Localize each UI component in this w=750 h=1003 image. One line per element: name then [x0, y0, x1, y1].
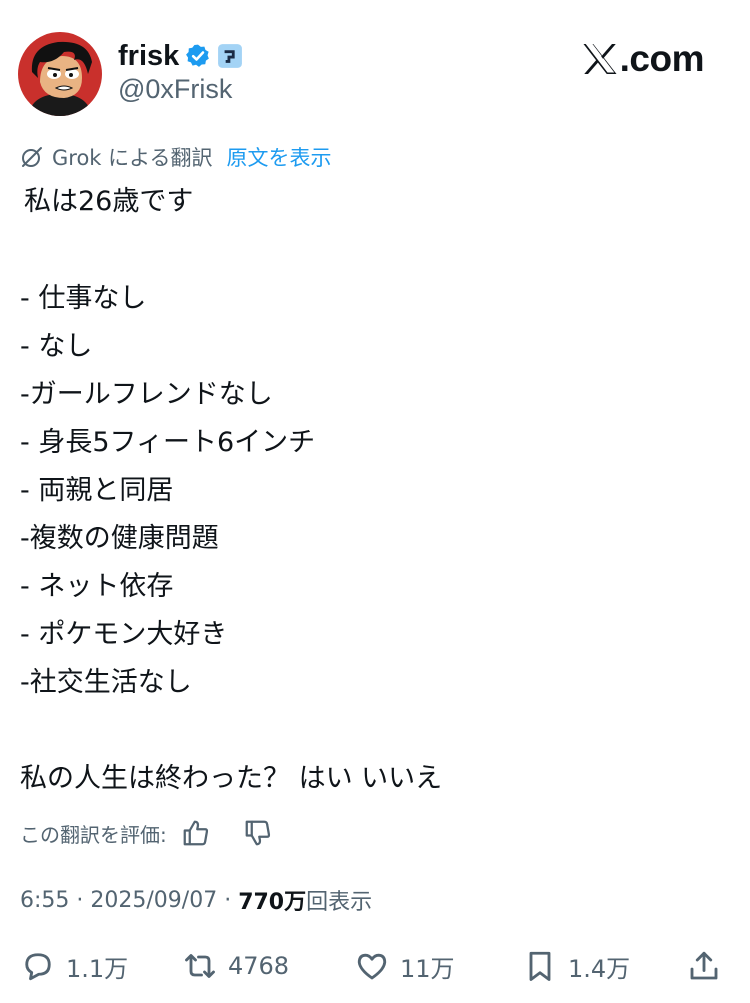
- post-line: - ポケモン大好き: [20, 619, 228, 650]
- post-line: - 身長5フィート6インチ: [20, 427, 316, 458]
- rate-translation-row: この翻訳を評価:: [20, 816, 273, 850]
- post-line: -社交生活なし: [20, 667, 192, 698]
- post-line: -ガールフレンドなし: [20, 379, 273, 410]
- post-meta: 6:55 · 2025/09/07 · 770万 回表示: [20, 884, 372, 916]
- share-icon: [690, 951, 718, 980]
- repost-button[interactable]: 4768: [182, 944, 289, 988]
- rate-translation-label: この翻訳を評価:: [20, 822, 167, 847]
- author-name-row: frisk: [118, 38, 243, 74]
- post-line: 私は26歳です: [24, 186, 194, 217]
- thumbs-up-icon[interactable]: [181, 818, 211, 848]
- repost-icon: [185, 954, 215, 978]
- avatar[interactable]: [18, 32, 102, 116]
- share-button[interactable]: [686, 944, 722, 988]
- views-label: 回表示: [306, 890, 373, 915]
- like-count: 11万: [400, 954, 455, 983]
- reply-count: 1.1万: [66, 954, 129, 983]
- views-count[interactable]: 770万: [238, 884, 306, 916]
- brand-logo: .com: [582, 38, 705, 80]
- post-line: 私の人生は終わった？ はい いいえ: [20, 763, 443, 794]
- translation-label: Grok による翻訳: [52, 146, 213, 170]
- heart-icon: [357, 953, 387, 980]
- post-line: - 仕事なし: [20, 283, 147, 314]
- post-line: -複数の健康問題: [20, 523, 219, 554]
- author-handle[interactable]: @0xFrisk: [118, 74, 232, 105]
- affiliate-badge-icon[interactable]: [217, 43, 243, 69]
- show-original-link[interactable]: 原文を表示: [227, 142, 332, 172]
- post-line: - なし: [20, 331, 93, 362]
- thumbs-down-icon[interactable]: [243, 818, 273, 848]
- repost-count: 4768: [228, 952, 290, 980]
- reply-button[interactable]: 1.1万: [20, 944, 128, 988]
- bookmark-icon: [529, 951, 551, 981]
- brand-text: .com: [619, 38, 705, 79]
- verified-badge-icon[interactable]: [185, 43, 211, 69]
- bookmark-count: 1.4万: [568, 954, 631, 983]
- action-bar: 1.1万 4768 11万 1.4万: [20, 944, 730, 988]
- grok-icon: [22, 147, 42, 167]
- cartoon-avatar: [18, 32, 102, 116]
- post-date[interactable]: 2025/09/07: [90, 888, 217, 913]
- translation-row: Grok による翻訳 原文を表示: [20, 143, 332, 171]
- bookmark-button[interactable]: 1.4万: [522, 944, 630, 988]
- post-line: - ネット依存: [20, 571, 174, 602]
- reply-icon: [25, 953, 51, 981]
- author-name[interactable]: frisk: [118, 40, 179, 73]
- post-line: - 両親と同居: [20, 475, 174, 506]
- post-time[interactable]: 6:55: [20, 888, 69, 913]
- x-logo-icon: [583, 44, 617, 74]
- meta-separator: ·: [217, 887, 239, 913]
- like-button[interactable]: 11万: [354, 944, 455, 988]
- meta-separator: ·: [69, 887, 91, 913]
